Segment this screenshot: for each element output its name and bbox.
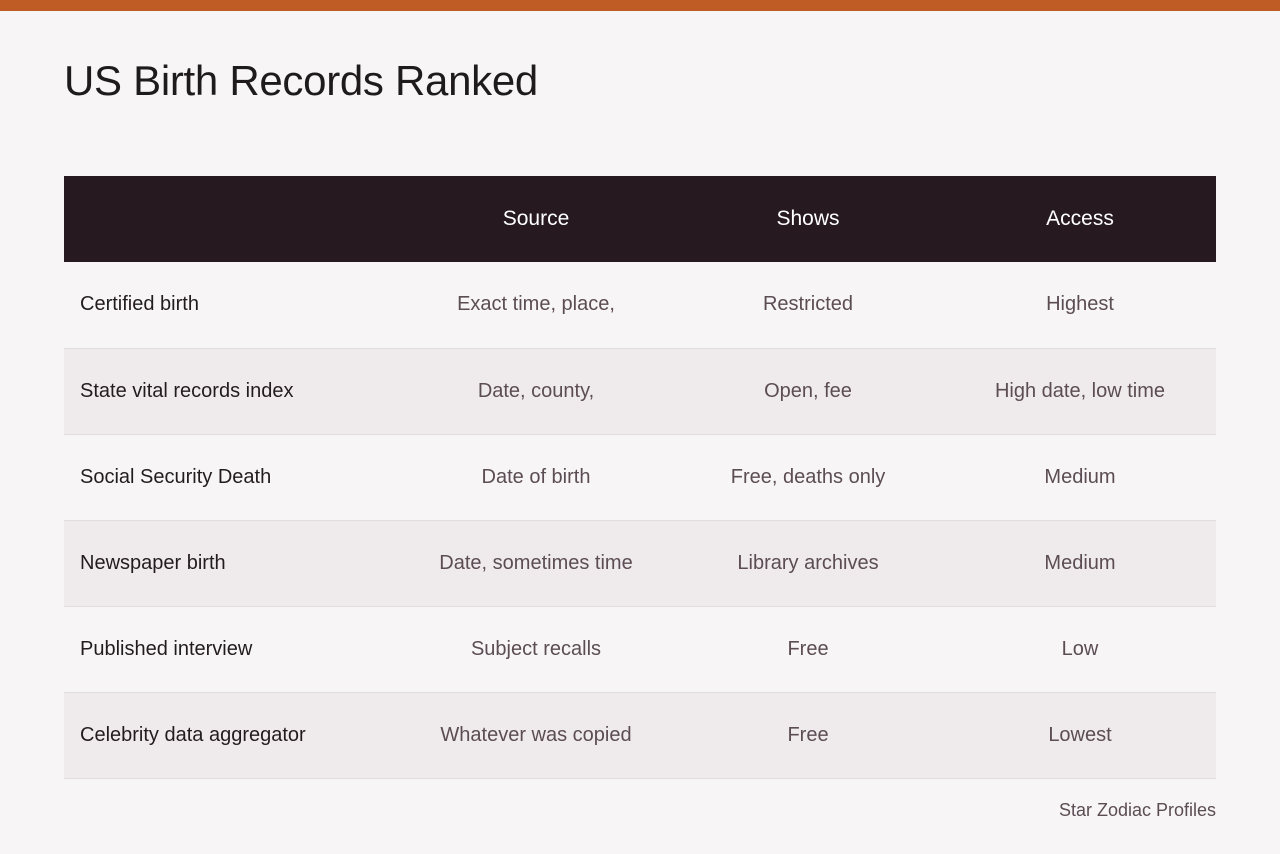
table-cell: Library archives — [672, 520, 944, 607]
table-row: Published interview Subject recalls Free… — [64, 606, 1216, 693]
table-cell: High date, low time — [944, 348, 1216, 435]
page-title: US Birth Records Ranked — [64, 57, 538, 104]
table-cell: Highest — [944, 262, 1216, 349]
table-cell: Subject recalls — [400, 606, 672, 693]
table-cell: Whatever was copied — [400, 692, 672, 779]
header-cell-source: Source — [502, 207, 570, 230]
table-body: Certified birth Exact time, place, Restr… — [64, 262, 1216, 779]
table-row: State vital records index Date, county, … — [64, 348, 1216, 435]
row-label: Newspaper birth — [64, 520, 400, 607]
table-row: Social Security Death Date of birth Free… — [64, 434, 1216, 521]
birth-records-table: Source Shows Access Certified birth Exac… — [64, 176, 1216, 779]
table-cell: Free, deaths only — [672, 434, 944, 521]
table-cell: Medium — [944, 434, 1216, 521]
table-cell: Low — [944, 606, 1216, 693]
table-header-row: Source Shows Access — [64, 176, 1216, 262]
row-label: Certified birth — [64, 262, 400, 349]
top-accent-bar — [0, 0, 1280, 11]
row-label: Celebrity data aggregator — [64, 692, 400, 779]
table-cell: Lowest — [944, 692, 1216, 779]
table-cell: Date of birth — [400, 434, 672, 521]
row-label: State vital records index — [64, 348, 400, 435]
table-row: Celebrity data aggregator Whatever was c… — [64, 692, 1216, 779]
header-cell-shows: Shows — [776, 207, 840, 230]
table-row: Newspaper birth Date, sometimes time Lib… — [64, 520, 1216, 607]
table-row: Certified birth Exact time, place, Restr… — [64, 262, 1216, 349]
table-cell: Free — [672, 692, 944, 779]
source-credit: Star Zodiac Profiles — [1058, 800, 1216, 820]
row-label: Social Security Death — [64, 434, 400, 521]
table-header: Source Shows Access — [64, 176, 1216, 262]
table-cell: Date, county, — [400, 348, 672, 435]
header-cell-blank — [64, 176, 400, 262]
table-cell: Free — [672, 606, 944, 693]
table-cell: Exact time, place, — [400, 262, 672, 349]
table-cell: Restricted — [672, 262, 944, 349]
header-cell-access: Access — [1046, 207, 1114, 230]
table-cell: Open, fee — [672, 348, 944, 435]
table-cell: Medium — [944, 520, 1216, 607]
table-cell: Date, sometimes time — [400, 520, 672, 607]
row-label: Published interview — [64, 606, 400, 693]
